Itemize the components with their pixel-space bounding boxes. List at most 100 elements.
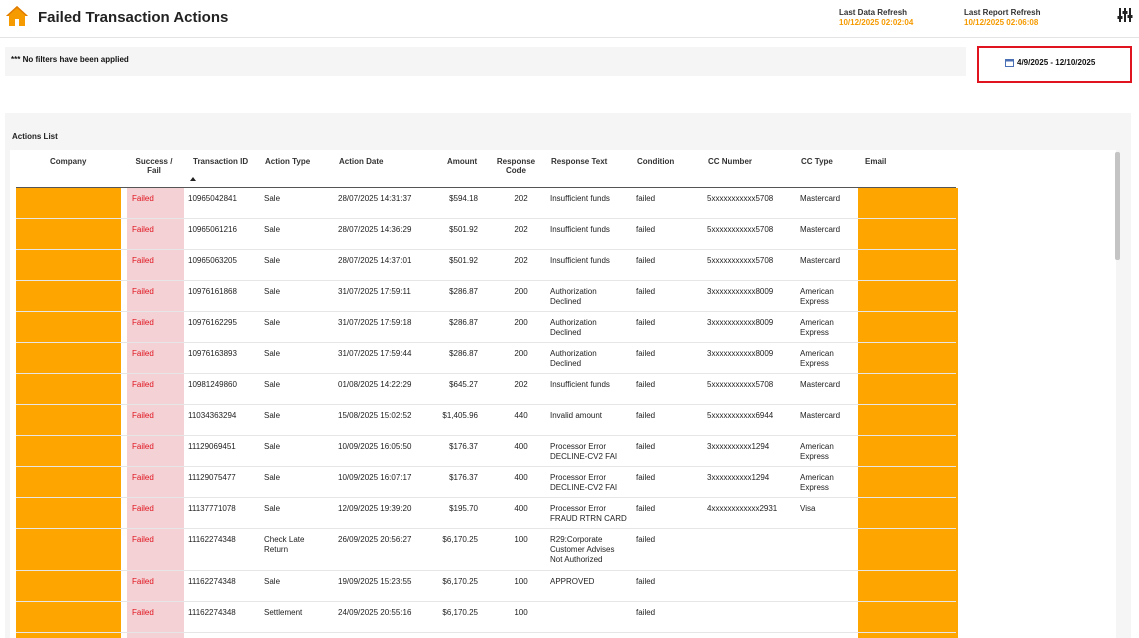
cc-type-cell-line: Mastercard	[800, 225, 841, 234]
action-date-cell: 26/09/2025 20:56:27	[338, 535, 412, 544]
condition-cell: failed	[636, 225, 656, 234]
col-header-amount[interactable]: Amount	[447, 157, 477, 166]
action-type-cell-line: Sale	[264, 318, 281, 327]
amount-cell: $286.87	[449, 318, 478, 327]
status-cell: Failed	[132, 256, 154, 265]
table-row[interactable]: Failed 11162274348 Sale 19/09/2025 15:23:55…	[16, 571, 956, 602]
action-type-cell: Sale	[264, 225, 280, 235]
action-date-cell: 28/07/2025 14:36:29	[338, 225, 412, 234]
status-cell: Failed	[132, 287, 154, 296]
col-header-email[interactable]: Email	[865, 157, 886, 166]
cc-number-cell: 4xxxxxxxxxxxx2931	[707, 504, 778, 513]
cc-number-cell: 5xxxxxxxxxxx5708	[707, 380, 774, 389]
status-cell: Failed	[132, 225, 154, 234]
action-date-cell: 24/09/2025 20:55:16	[338, 608, 412, 617]
response-code-cell: 200	[514, 318, 528, 327]
action-type-cell-line: Sale	[264, 577, 281, 586]
response-text-cell-line: Authorization	[550, 287, 597, 296]
response-code-cell: 440	[514, 411, 528, 420]
table-row[interactable]: Failed 11034363294 Sale 15/08/2025 15:02:52…	[16, 405, 956, 436]
table-row[interactable]: Failed 10965042841 Sale 28/07/2025 14:31:37…	[16, 188, 956, 219]
cc-type-cell: Mastercard	[800, 194, 840, 204]
response-text-cell: Insufficient funds	[550, 380, 610, 390]
condition-cell: failed	[636, 349, 656, 358]
col-header-action-date[interactable]: Action Date	[339, 157, 383, 166]
transaction-id-cell: 10981249860	[188, 380, 237, 389]
cc-type-cell-line: Mastercard	[800, 194, 841, 203]
col-header-company[interactable]: Company	[50, 157, 86, 166]
table-row[interactable]: Failed 10976163893 Sale 31/07/2025 17:59:44…	[16, 343, 956, 374]
cc-type-cell-line: Express	[800, 328, 829, 337]
cc-number-cell: 3xxxxxxxxxx1294	[707, 473, 770, 482]
transaction-id-cell: 10976162295	[188, 318, 237, 327]
status-cell: Failed	[132, 194, 154, 203]
action-type-cell: Sale	[264, 349, 280, 359]
cc-type-cell: Mastercard	[800, 256, 840, 266]
sort-ascending-icon[interactable]	[190, 177, 196, 181]
col-header-transaction-id[interactable]: Transaction ID	[193, 157, 248, 166]
vertical-scrollbar[interactable]	[1115, 152, 1120, 260]
home-icon[interactable]	[5, 5, 29, 27]
status-cell: Failed	[132, 442, 154, 451]
action-type-cell: Check Late Return	[264, 535, 304, 555]
table-row[interactable]: Failed 10976161868 Sale 31/07/2025 17:59:11…	[16, 281, 956, 312]
response-text-cell-line: DECLINE-CV2 FAI	[550, 483, 618, 492]
condition-cell: failed	[636, 380, 656, 389]
cc-number-cell: 5xxxxxxxxxxx5708	[707, 256, 774, 265]
col-header-success-fail[interactable]: Success / Fail	[130, 157, 178, 175]
date-range-picker[interactable]: 4/9/2025 - 12/10/2025	[977, 46, 1132, 83]
report-refresh-label: Last Report Refresh	[964, 8, 1041, 17]
col-header-response-code[interactable]: Response Code	[494, 157, 538, 175]
status-cell: Failed	[132, 318, 154, 327]
col-header-cc-number[interactable]: CC Number	[708, 157, 752, 166]
cc-type-cell-line: Express	[800, 483, 829, 492]
table-row[interactable]: Failed 10976162295 Sale 31/07/2025 17:59:18…	[16, 312, 956, 343]
action-type-cell: Sale	[264, 256, 280, 266]
response-code-cell: 400	[514, 473, 528, 482]
page-header: Failed Transaction Actions Last Data Ref…	[0, 0, 1139, 38]
condition-cell: failed	[636, 504, 656, 513]
response-text-cell-line: APPROVED	[550, 577, 595, 586]
cc-type-cell-line: American	[800, 442, 834, 451]
action-type-cell-line: Sale	[264, 442, 281, 451]
response-text-cell: Authorization Declined	[550, 349, 597, 369]
response-text-cell: Insufficient funds	[550, 256, 610, 266]
table-row[interactable]: Failed 10965061216 Sale 28/07/2025 14:36:29…	[16, 219, 956, 250]
table-row[interactable]: Failed 11162274348 Check Late Return 26/09/2…	[16, 529, 956, 571]
status-cell: Failed	[132, 577, 154, 586]
filter-settings-icon[interactable]	[1117, 7, 1133, 23]
action-date-cell: 01/08/2025 14:22:29	[338, 380, 412, 389]
col-header-cc-type[interactable]: CC Type	[801, 157, 833, 166]
response-text-cell: Authorization Declined	[550, 287, 597, 307]
amount-cell: $501.92	[449, 256, 478, 265]
page-title: Failed Transaction Actions	[38, 9, 229, 26]
table-row[interactable]: Failed 10981249860 Sale 01/08/2025 14:22:29…	[16, 374, 956, 405]
table-row[interactable]: Failed 11162274348 Settlement 24/09/2025 20…	[16, 602, 956, 633]
table-row[interactable]: Failed 11129075477 Sale 10/09/2025 16:07:17…	[16, 467, 956, 498]
amount-cell: $1,405.96	[442, 411, 478, 420]
data-refresh-value: 10/12/2025 02:02:04	[839, 18, 914, 27]
response-text-cell-line: Customer Advises	[550, 545, 615, 554]
action-type-cell-line: Sale	[264, 380, 281, 389]
transaction-id-cell: 10976161868	[188, 287, 237, 296]
cc-number-cell: 3xxxxxxxxxxx8009	[707, 318, 774, 327]
condition-cell: failed	[636, 411, 656, 420]
condition-cell: failed	[636, 577, 656, 586]
col-header-condition[interactable]: Condition	[637, 157, 674, 166]
table-row[interactable]: Failed 10965063205 Sale 28/07/2025 14:37:01…	[16, 250, 956, 281]
response-text-cell-line: Insufficient funds	[550, 380, 610, 389]
cc-type-cell-line: Express	[800, 359, 829, 368]
response-text-cell-line: Declined	[550, 328, 582, 337]
amount-cell: $286.87	[449, 349, 478, 358]
response-text-cell-line: Processor Error	[550, 442, 607, 451]
table-row[interactable]: Failed 11137771078 Sale 12/09/2025 19:39:20…	[16, 498, 956, 529]
table-row[interactable]: Failed 11129069451 Sale 10/09/2025 16:05:50…	[16, 436, 956, 467]
response-text-cell-line: Declined	[550, 297, 582, 306]
col-header-action-type[interactable]: Action Type	[265, 157, 310, 166]
action-date-cell: 10/09/2025 16:05:50	[338, 442, 412, 451]
response-text-cell-line: Invalid amount	[550, 411, 603, 420]
action-type-cell-line: Sale	[264, 194, 281, 203]
cc-number-cell: 3xxxxxxxxxxx8009	[707, 349, 774, 358]
response-code-cell: 100	[514, 535, 528, 544]
col-header-response-text[interactable]: Response Text	[551, 157, 607, 166]
